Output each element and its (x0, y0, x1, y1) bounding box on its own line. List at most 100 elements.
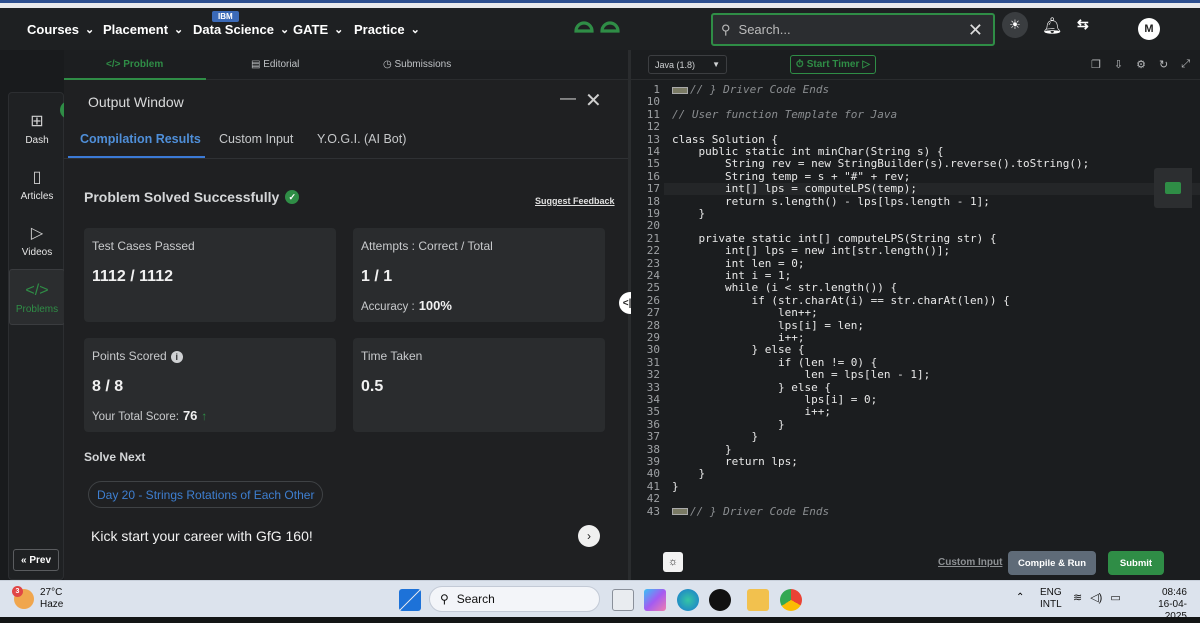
taskbar-search[interactable]: ⚲ Search (429, 586, 600, 612)
avatar[interactable]: M (1138, 18, 1160, 40)
accuracy: Accuracy :100% (361, 298, 452, 313)
file-explorer-icon[interactable] (747, 589, 769, 611)
windows-taskbar: 3 27°C Haze ⚲ Search ⌃ ENG INTL ≋ ◁) ▭ 08:4… (0, 580, 1200, 622)
tab-yogi-ai-bot[interactable]: Y.O.G.I. (AI Bot) (317, 132, 406, 146)
sidebar-item-problems[interactable]: </> Problems (9, 269, 65, 325)
chevron-down-icon: ⌄ (410, 24, 420, 36)
top-navbar: Courses ⌄ Placement ⌄ IBM Data Science ⌄ GA… (0, 8, 1200, 50)
system-tray: ≋ ◁) ▭ (1073, 591, 1121, 604)
task-view-icon[interactable] (612, 589, 634, 611)
sidebar-item-dash[interactable]: ⊞ Dash (9, 111, 65, 146)
problem-tabs: </> Problem ▤ Editorial ◷ Submissions (64, 50, 628, 80)
attempts-card: Attempts : Correct / Total 1 / 1 Accurac… (353, 228, 605, 322)
fullscreen-icon[interactable]: ⤢ (1181, 58, 1190, 71)
suggest-feedback-link[interactable]: Suggest Feedback (535, 196, 615, 206)
windows-start-icon[interactable] (399, 589, 421, 611)
search-placeholder: Search... (738, 22, 791, 37)
line-number: 17 (646, 182, 660, 196)
test-cases-card: Test Cases Passed 1112 / 1112 (84, 228, 336, 322)
chevron-down-icon: ▼ (712, 60, 720, 69)
battery-icon[interactable]: ▭ (1110, 591, 1120, 604)
line-number: 43 (646, 504, 660, 518)
custom-input-link[interactable]: Custom Input (938, 557, 1002, 568)
solve-next-heading: Solve Next (84, 450, 146, 464)
nav-practice[interactable]: Practice ⌄ (354, 22, 420, 37)
tab-editorial[interactable]: ▤ Editorial (251, 59, 299, 70)
fold-marker-icon[interactable] (672, 86, 688, 94)
clock-icon: ◷ (383, 59, 395, 70)
dell-icon[interactable] (709, 589, 731, 611)
bell-icon[interactable]: 🔔︎ (1042, 16, 1062, 36)
reset-icon[interactable]: ↻ (1159, 58, 1168, 71)
nav-gate[interactable]: GATE ⌄ (293, 22, 343, 37)
lightbulb-icon[interactable]: ☼ (663, 552, 683, 572)
edge-icon[interactable] (677, 589, 699, 611)
code-line: // } Driver Code Ends (672, 83, 829, 96)
code-line: return s.length() - lps[lps.length - 1]; (672, 194, 990, 208)
line-number: 37 (646, 430, 660, 444)
search-input[interactable]: ⚲ Search... ✕ (711, 13, 995, 46)
fold-marker-icon[interactable] (672, 508, 688, 516)
volume-icon[interactable]: ◁) (1090, 591, 1102, 604)
tab-divider (64, 158, 628, 159)
tab-custom-input[interactable]: Custom Input (219, 132, 293, 146)
submit-button[interactable]: Submit (1108, 551, 1164, 575)
double-chevron-left-icon: « (20, 554, 30, 566)
solved-status: Problem Solved Successfully ✓ (84, 189, 300, 205)
tab-submissions[interactable]: ◷ Submissions (383, 59, 451, 70)
download-icon[interactable]: ⇩ (1114, 58, 1123, 71)
gfg-logo[interactable] (572, 21, 622, 41)
weather-icon: 3 (12, 586, 34, 609)
theme-toggle-icon[interactable]: ☀ (1002, 12, 1028, 38)
minimize-icon[interactable]: — (560, 90, 576, 108)
language-indicator[interactable]: ENG INTL (1040, 587, 1062, 611)
play-icon: ▷ (862, 59, 871, 70)
clock[interactable]: 08:46 16-04-2025 (1137, 587, 1187, 623)
next-problem-chip[interactable]: Day 20 - Strings Rotations of Each Other (88, 481, 324, 508)
arrow-up-icon: ↑ (201, 411, 208, 423)
language-select[interactable]: Java (1.8) ▼ (648, 55, 727, 74)
video-icon: ▷ (30, 225, 44, 242)
line-number: 32 (646, 368, 660, 382)
tab-compilation-results[interactable]: Compilation Results (80, 132, 201, 146)
chevron-down-icon: ⌄ (334, 24, 344, 36)
code-icon: </> (106, 59, 124, 70)
attempts-value: 1 / 1 (361, 268, 393, 285)
timer-icon: ⏱ (795, 59, 804, 70)
active-output-tab-indicator (68, 156, 205, 158)
compile-run-button[interactable]: Compile & Run (1008, 551, 1096, 575)
chevron-down-icon: ⌄ (279, 24, 290, 36)
clear-search-icon[interactable]: ✕ (968, 20, 983, 41)
sidebar-item-videos[interactable]: ▷ Videos (9, 223, 65, 258)
line-number: 20 (646, 219, 660, 233)
code-area[interactable]: 1// } Driver Code Ends 10 11// User functi… (631, 82, 1200, 522)
ibm-badge: IBM (212, 11, 239, 22)
sidebar-item-articles[interactable]: ▯ Articles (9, 167, 65, 202)
copilot-icon[interactable] (644, 589, 666, 611)
weather-widget[interactable]: 3 27°C Haze (12, 586, 63, 611)
chevron-up-icon[interactable]: ⌃ (1016, 592, 1024, 603)
dashboard-icon: ⊞ (30, 113, 44, 130)
line-number: 15 (646, 157, 660, 171)
chevron-right-icon[interactable]: › (578, 525, 600, 547)
nav-placement[interactable]: Placement ⌄ (103, 22, 183, 37)
translate-icon[interactable]: ⇆ (1077, 16, 1089, 33)
prev-button[interactable]: « Prev (13, 549, 59, 571)
nav-courses[interactable]: Courses ⌄ (27, 22, 94, 37)
line-number: 25 (646, 281, 660, 295)
time-value: 0.5 (361, 378, 384, 395)
tab-problem[interactable]: </> Problem (106, 59, 163, 70)
copy-icon[interactable]: ❐ (1091, 58, 1101, 71)
code-line: // } Driver Code Ends (672, 505, 829, 518)
nav-data-science[interactable]: Data Science ⌄ (193, 22, 289, 37)
sidebar: ⊞ Dash ▯ Articles ▷ Videos </> Problems « Pr… (8, 92, 65, 580)
close-icon[interactable]: ✕ (585, 91, 602, 111)
chrome-icon[interactable] (780, 589, 802, 611)
points-card: Points Scored i 8 / 8 Your Total Score: 76… (84, 338, 336, 432)
info-icon[interactable]: i (170, 351, 183, 363)
start-timer-button[interactable]: ⏱ Start Timer ▷ (790, 55, 876, 74)
settings-icon[interactable]: ⚙ (1136, 58, 1146, 71)
chat-icon[interactable] (1154, 168, 1192, 208)
total-score: Your Total Score: 76 ↑ (92, 408, 208, 423)
wifi-icon[interactable]: ≋ (1073, 591, 1082, 604)
